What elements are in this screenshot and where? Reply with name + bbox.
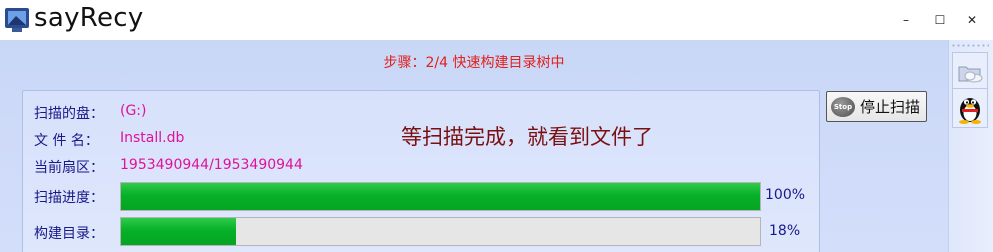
disk-label: 扫描的盘： [34, 106, 104, 122]
build-progress-bar [120, 217, 761, 246]
stop-scan-label: 停止扫描 [860, 98, 921, 116]
build-progress-percent: 18% [769, 223, 801, 239]
scan-progress-bar [120, 182, 761, 211]
file-label: 文 件 名： [34, 133, 99, 149]
right-sidebar [948, 40, 993, 252]
step-status: 步骤：2/4 快速构建目录树中 [383, 55, 565, 71]
main-area: 步骤：2/4 快速构建目录树中 扫描的盘： (G:) 文 件 名： Instal… [0, 40, 948, 252]
progress-label: 扫描进度： [34, 190, 104, 206]
qq-penguin-icon [959, 98, 981, 124]
sector-value: 1953490944/1953490944 [120, 157, 303, 173]
close-button[interactable]: ✕ [962, 10, 982, 30]
title-bar: sayRecy – ☐ ✕ [0, 0, 993, 40]
scan-panel: 扫描的盘： (G:) 文 件 名： Install.db 当前扇区： 19534… [22, 90, 820, 252]
build-progress-fill [121, 218, 237, 245]
file-value: Install.db [120, 130, 185, 146]
scan-progress-percent: 100% [765, 187, 806, 203]
disk-value: (G:) [120, 103, 147, 119]
app-logo-icon [5, 8, 29, 32]
maximize-button[interactable]: ☐ [930, 10, 950, 30]
minimize-button[interactable]: – [896, 10, 916, 30]
stop-icon: Stop [831, 96, 855, 117]
folder-cloud-icon [958, 66, 983, 83]
sidebar-folder-button[interactable] [952, 52, 988, 92]
sidebar-qq-button[interactable] [952, 88, 988, 128]
stop-scan-button[interactable]: Stop 停止扫描 [826, 91, 927, 122]
scan-message: 等扫描完成，就看到文件了 [401, 125, 653, 149]
sector-label: 当前扇区： [34, 160, 104, 176]
window-title: sayRecy [34, 3, 144, 33]
scan-progress-fill [121, 183, 760, 210]
build-label: 构建目录： [34, 226, 104, 242]
sidebar-grip [951, 43, 989, 49]
